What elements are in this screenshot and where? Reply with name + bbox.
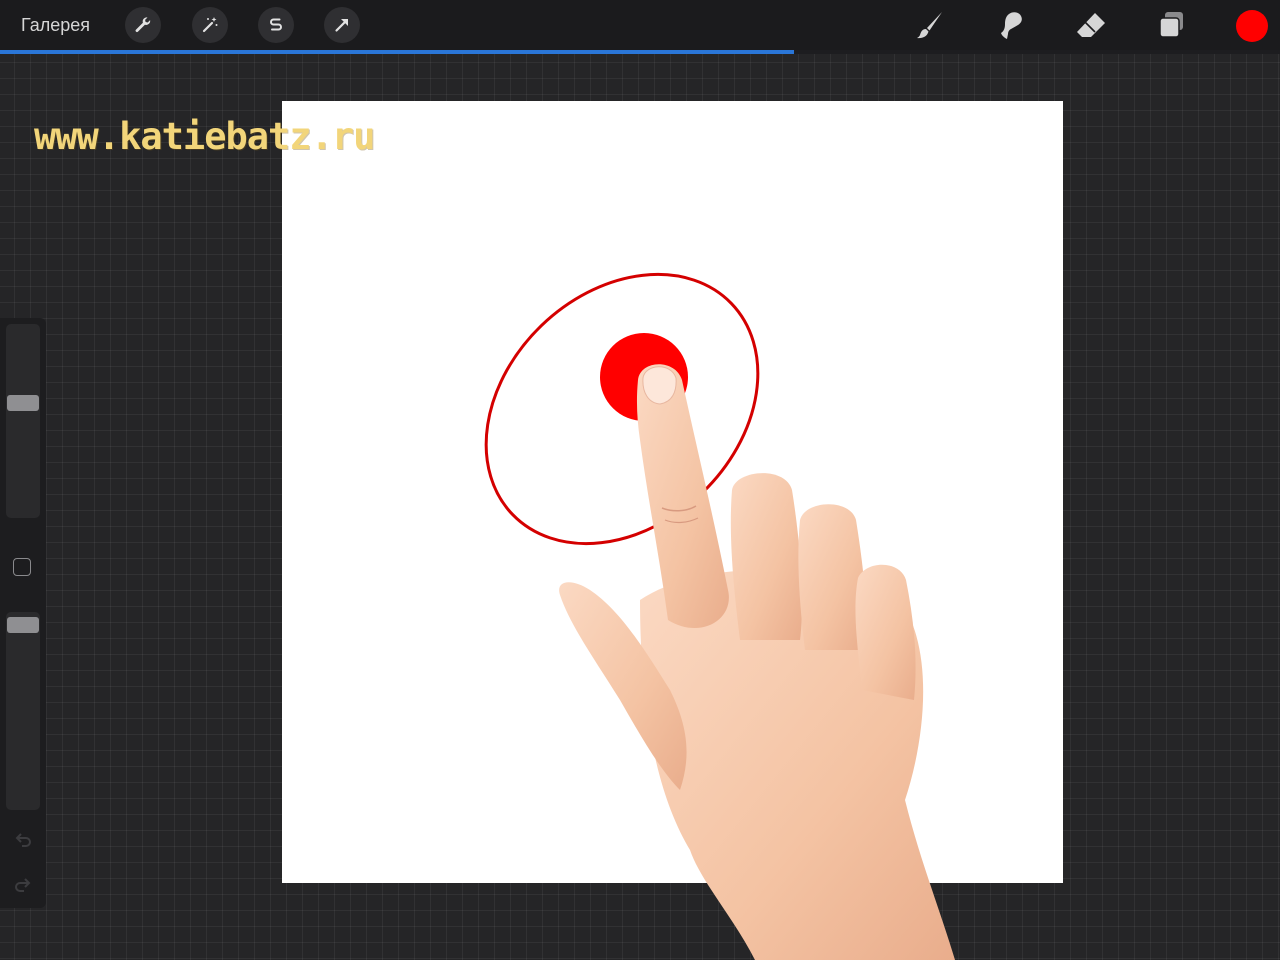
red-dot: [600, 333, 688, 421]
opacity-slider[interactable]: [6, 612, 40, 810]
selection-button[interactable]: [258, 7, 294, 43]
opacity-thumb[interactable]: [7, 617, 39, 633]
left-sidebar: [0, 318, 46, 908]
wrench-icon: [135, 17, 151, 33]
progress-fill: [0, 50, 794, 54]
layers-icon: [1159, 12, 1183, 38]
smudge-button[interactable]: [993, 8, 1027, 42]
canvas-artwork: [484, 272, 760, 546]
top-toolbar: Галерея: [0, 0, 1280, 50]
brush-size-slider[interactable]: [6, 324, 40, 518]
watermark-text: www.katiebatz.ru: [34, 115, 375, 158]
color-swatch[interactable]: [1236, 10, 1268, 42]
move-arrow-icon: [335, 19, 348, 32]
progress-bar: [0, 50, 1280, 54]
paint-button[interactable]: [913, 8, 947, 42]
layers-button[interactable]: [1155, 8, 1189, 42]
magic-wand-icon: [202, 17, 218, 33]
selection-s-icon: [270, 18, 282, 31]
gallery-button[interactable]: Галерея: [21, 14, 90, 36]
smudge-icon: [1001, 12, 1022, 39]
actions-button[interactable]: [125, 7, 161, 43]
modify-square-icon[interactable]: [13, 558, 31, 576]
adjustments-button[interactable]: [192, 7, 228, 43]
redo-icon[interactable]: [12, 875, 34, 897]
drawing-canvas[interactable]: [282, 101, 1063, 883]
eraser-icon: [1077, 13, 1105, 37]
transform-button[interactable]: [324, 7, 360, 43]
erase-button[interactable]: [1074, 8, 1108, 42]
undo-icon[interactable]: [12, 830, 34, 852]
brush-icon: [917, 12, 942, 39]
brush-size-thumb[interactable]: [7, 395, 39, 411]
